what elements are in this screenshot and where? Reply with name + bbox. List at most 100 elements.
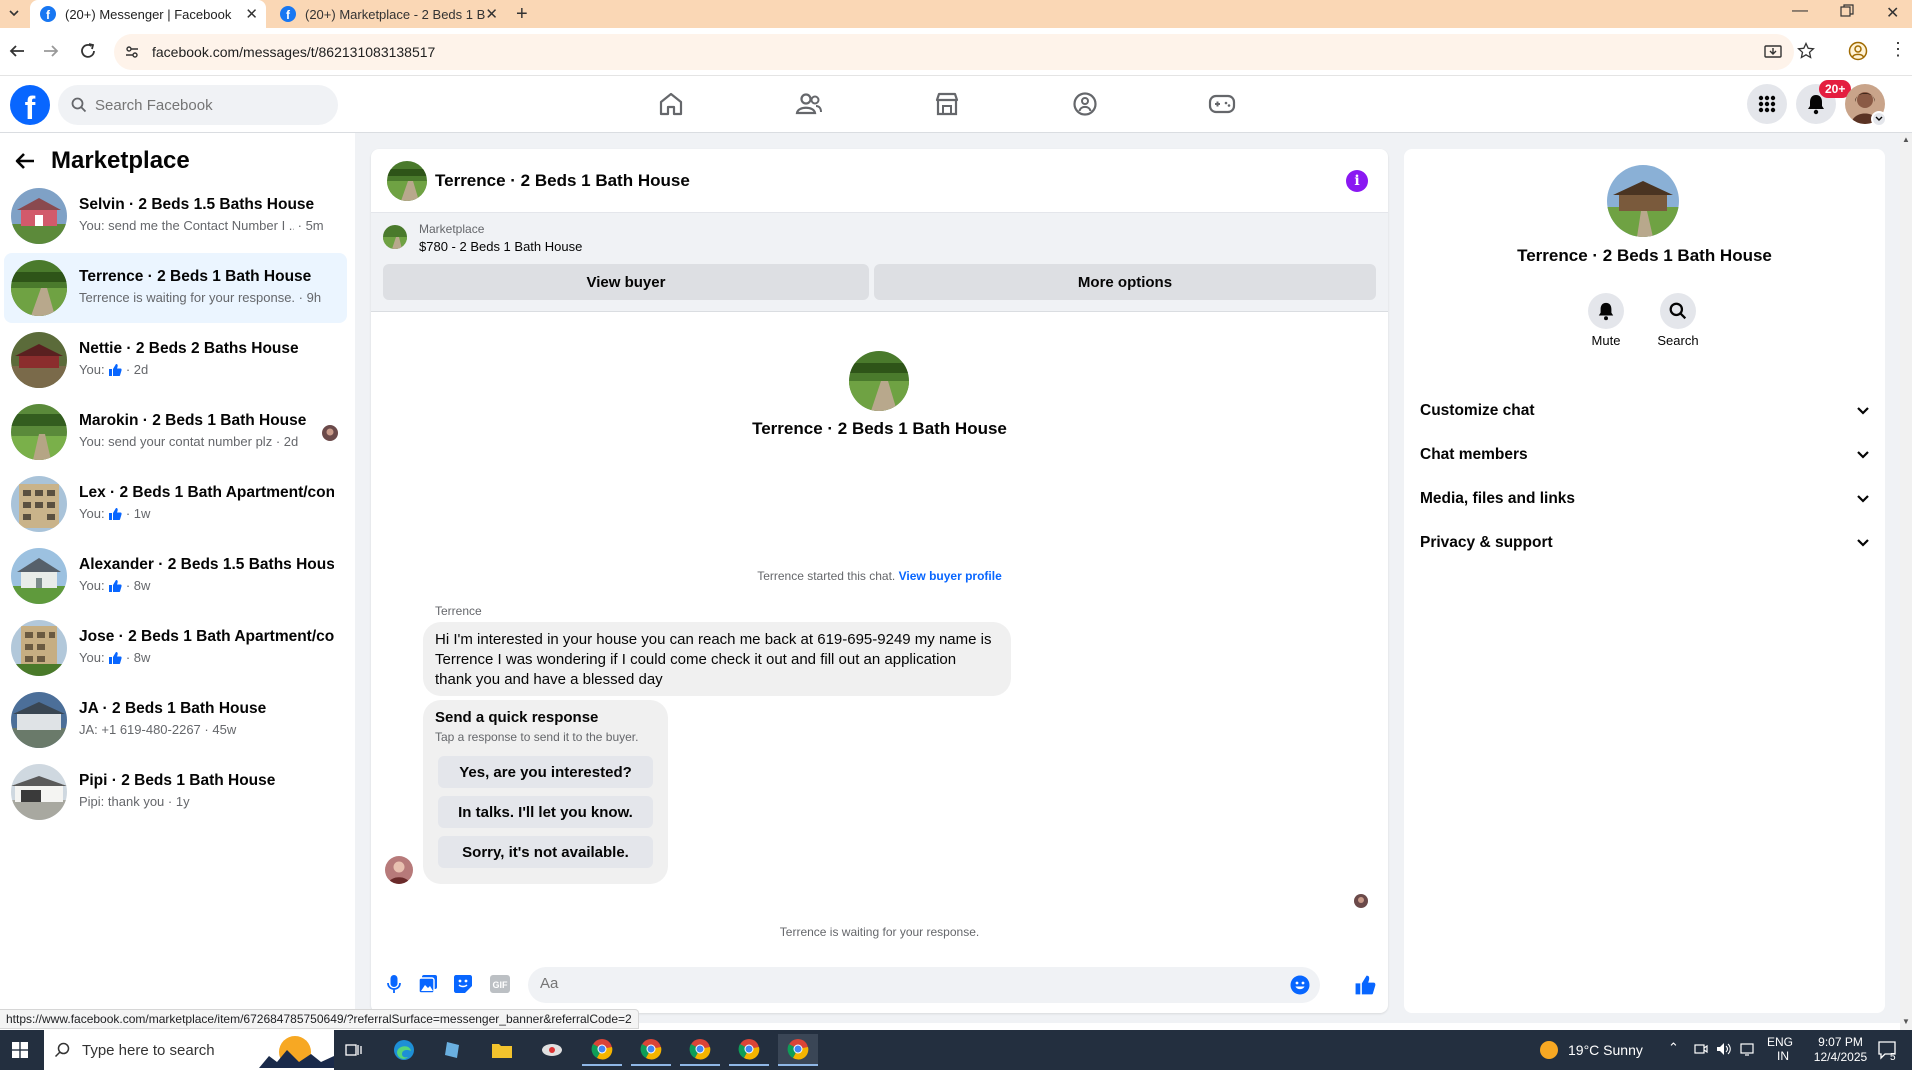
- chrome-icon[interactable]: [631, 1034, 671, 1066]
- bookmark-star-icon[interactable]: [1797, 42, 1815, 60]
- tab-list-chevron-icon[interactable]: [8, 7, 20, 19]
- install-app-icon[interactable]: [1764, 43, 1782, 61]
- friends-nav-icon[interactable]: [789, 86, 829, 122]
- message-input[interactable]: [540, 975, 1270, 992]
- conversation-item[interactable]: Jose · 2 Beds 1 Bath Apartment/co... You…: [4, 613, 347, 683]
- view-buyer-profile-link[interactable]: View buyer profile: [899, 569, 1002, 583]
- details-avatar[interactable]: [1607, 165, 1679, 237]
- task-view-icon[interactable]: [334, 1034, 374, 1066]
- view-buyer-button[interactable]: View buyer: [383, 264, 869, 300]
- conversation-item[interactable]: Marokin · 2 Beds 1 Bath House You: send …: [4, 397, 347, 467]
- like-thumbs-up-icon[interactable]: [1354, 974, 1376, 996]
- network-icon[interactable]: [1740, 1042, 1756, 1056]
- emoji-icon[interactable]: [1290, 975, 1310, 995]
- scroll-down-icon[interactable]: ▼: [1902, 1017, 1910, 1026]
- search-in-chat-button[interactable]: [1660, 293, 1696, 329]
- marketplace-nav-icon[interactable]: [927, 86, 967, 122]
- mute-button[interactable]: [1588, 293, 1624, 329]
- edge-browser-icon[interactable]: [384, 1034, 424, 1066]
- photo-icon[interactable]: [418, 974, 438, 994]
- message-bubble[interactable]: Hi I'm interested in your house you can …: [423, 622, 1011, 696]
- thumbs-up-icon: [108, 579, 122, 593]
- scroll-up-icon[interactable]: ▲: [1902, 135, 1910, 144]
- chrome-icon[interactable]: [680, 1034, 720, 1066]
- media-files-links-section[interactable]: Media, files and links: [1420, 479, 1870, 519]
- conversation-item[interactable]: Alexander · 2 Beds 1.5 Baths House You: …: [4, 541, 347, 611]
- tab-messenger[interactable]: f (20+) Messenger | Facebook ✕: [30, 0, 266, 28]
- quick-response-talks-button[interactable]: In talks. I'll let you know.: [438, 796, 653, 828]
- conversation-item[interactable]: Lex · 2 Beds 1 Bath Apartment/con... You…: [4, 469, 347, 539]
- groups-nav-icon[interactable]: [1065, 86, 1105, 122]
- close-window-icon[interactable]: ✕: [1886, 3, 1899, 23]
- show-hidden-icons-icon[interactable]: ⌃: [1668, 1040, 1679, 1056]
- conversation-title: Lex · 2 Beds 1 Bath Apartment/con...: [79, 484, 334, 501]
- quick-response-yes-button[interactable]: Yes, are you interested?: [438, 756, 653, 788]
- address-bar[interactable]: facebook.com/messages/t/862131083138517: [114, 34, 1794, 70]
- tab-marketplace[interactable]: f (20+) Marketplace - 2 Beds 1 B ✕: [270, 0, 506, 28]
- conversation-item[interactable]: Selvin · 2 Beds 1.5 Baths House You: sen…: [4, 181, 347, 251]
- clock[interactable]: 9:07 PM 12/4/2025: [1808, 1035, 1873, 1065]
- message-composer[interactable]: [528, 967, 1320, 1003]
- conversation-title: Marokin · 2 Beds 1 Bath House: [79, 412, 307, 429]
- tab-title: (20+) Messenger | Facebook: [65, 6, 232, 22]
- customize-chat-section[interactable]: Customize chat: [1420, 391, 1870, 431]
- app-icon[interactable]: [433, 1034, 473, 1066]
- more-options-button[interactable]: More options: [874, 264, 1376, 300]
- meet-now-icon[interactable]: [1694, 1042, 1708, 1056]
- app-icon[interactable]: [532, 1034, 572, 1066]
- chat-title[interactable]: Terrence · 2 Beds 1 Bath House: [435, 171, 690, 191]
- file-explorer-icon[interactable]: [482, 1034, 522, 1066]
- account-chevron-icon[interactable]: [1871, 111, 1887, 127]
- clock-time: 9:07 PM: [1818, 1035, 1863, 1049]
- info-icon[interactable]: i: [1346, 170, 1368, 192]
- site-info-icon[interactable]: [124, 44, 140, 60]
- conversation-time: · 8w: [125, 578, 151, 593]
- conversation-time: · 9h: [298, 290, 322, 305]
- microphone-icon[interactable]: [386, 974, 402, 994]
- input-language[interactable]: ENG IN: [1767, 1035, 1793, 1063]
- listing-thumbnail: [11, 332, 67, 388]
- listing-thumbnail: [11, 188, 67, 244]
- conversation-item[interactable]: JA · 2 Beds 1 Bath House JA: +1 619-480-…: [4, 685, 347, 755]
- minimize-icon[interactable]: —: [1792, 2, 1808, 20]
- browser-menu-icon[interactable]: ⋮: [1889, 40, 1907, 58]
- forward-arrow-icon[interactable]: [42, 42, 60, 60]
- volume-icon[interactable]: [1716, 1042, 1732, 1056]
- chrome-icon[interactable]: [582, 1034, 622, 1066]
- facebook-logo-icon[interactable]: f: [10, 85, 50, 125]
- quick-response-unavailable-button[interactable]: Sorry, it's not available.: [438, 836, 653, 868]
- reload-icon[interactable]: [79, 42, 97, 60]
- thumbs-up-icon: [108, 363, 122, 377]
- weather-sun-icon[interactable]: [1540, 1041, 1558, 1059]
- chrome-icon-active[interactable]: [778, 1034, 818, 1066]
- conversation-item[interactable]: Pipi · 2 Beds 1 Bath House Pipi: thank y…: [4, 757, 347, 827]
- windows-start-icon[interactable]: [12, 1042, 28, 1058]
- restore-icon[interactable]: [1840, 4, 1854, 18]
- weather-text[interactable]: 19°C Sunny: [1568, 1042, 1643, 1058]
- privacy-support-section[interactable]: Privacy & support: [1420, 523, 1870, 563]
- back-arrow-icon[interactable]: [14, 151, 36, 171]
- taskbar-search[interactable]: Type here to search: [44, 1030, 334, 1070]
- menu-grid-button[interactable]: [1747, 84, 1787, 124]
- message-line: thank you and have a blessed day: [435, 671, 663, 688]
- back-arrow-icon[interactable]: [8, 42, 26, 60]
- facebook-search-input[interactable]: [95, 96, 315, 114]
- chat-members-section[interactable]: Chat members: [1420, 435, 1870, 475]
- gaming-nav-icon[interactable]: [1202, 86, 1242, 122]
- home-nav-icon[interactable]: [651, 86, 691, 122]
- gif-icon[interactable]: GIF: [490, 975, 510, 993]
- conversation-item-selected[interactable]: Terrence · 2 Beds 1 Bath House Terrence …: [4, 253, 347, 323]
- new-tab-plus-icon[interactable]: +: [516, 3, 528, 26]
- chat-avatar[interactable]: [387, 161, 427, 201]
- listing-price-title[interactable]: $780 - 2 Beds 1 Bath House: [419, 239, 582, 254]
- profile-icon[interactable]: [1848, 41, 1868, 61]
- listing-thumbnail[interactable]: [383, 225, 407, 249]
- sticker-icon[interactable]: [453, 974, 473, 994]
- facebook-search[interactable]: [58, 85, 338, 125]
- page-scrollbar[interactable]: ▲ ▼: [1900, 133, 1912, 1030]
- close-tab-icon[interactable]: ✕: [245, 5, 258, 23]
- chrome-icon[interactable]: [729, 1034, 769, 1066]
- sender-avatar[interactable]: [385, 856, 413, 884]
- conversation-item[interactable]: Nettie · 2 Beds 2 Baths House You: · 2d: [4, 325, 347, 395]
- close-tab-icon[interactable]: ✕: [485, 5, 498, 23]
